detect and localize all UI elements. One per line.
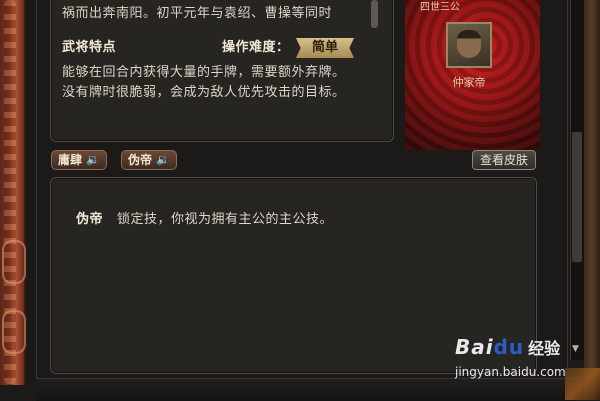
portrait-title: 四世三公 (420, 2, 460, 13)
bio-text: 祸而出奔南阳。初平元年与袁绍、曹操等同时 (62, 6, 333, 21)
corner-ornament (565, 368, 600, 400)
difficulty-label: 操作难度： (222, 40, 290, 55)
general-portrait[interactable] (446, 22, 492, 68)
baidu-watermark: Baidu 经验 jingyan.baidu.com (455, 335, 566, 379)
speaker-icon: 🔉 (156, 153, 170, 166)
general-name: 仲家帝 (452, 76, 486, 89)
skill-label: 庸肆 (58, 153, 83, 167)
speaker-icon: 🔉 (86, 153, 100, 166)
skill-label: 伪帝 (128, 153, 153, 167)
feature-text-line-1: 能够在回合内获得大量的手牌，需要额外弃牌。 (62, 65, 346, 80)
difficulty-badge: 简单 (296, 38, 354, 58)
info-scrollbar-thumb[interactable] (371, 0, 378, 28)
features-heading: 武将特点 (62, 40, 117, 55)
view-skin-button[interactable]: 查看皮肤 (472, 150, 536, 170)
portrait-face-icon (457, 30, 481, 58)
watermark-url: jingyan.baidu.com (455, 365, 566, 379)
bottom-frame-bar (36, 378, 576, 401)
skill-detail-description: 锁定技，你视为拥有主公的主公技。 (117, 212, 334, 227)
skill-button-yongsi[interactable]: 庸肆 🔉 (51, 150, 107, 170)
left-ornament (2, 310, 26, 354)
right-ornament-frame (584, 0, 600, 400)
skill-detail-name: 伪帝 (76, 212, 104, 227)
chevron-down-icon[interactable]: ▼ (572, 344, 579, 354)
watermark-jingyan: 经验 (528, 339, 561, 358)
left-ornament (2, 240, 26, 284)
left-ornament-frame (0, 0, 26, 385)
page-scrollbar-thumb[interactable] (572, 132, 582, 262)
baidu-logo: Baidu (455, 335, 525, 359)
skill-button-weidi[interactable]: 伪帝 🔉 (121, 150, 177, 170)
feature-text-line-2: 没有牌时很脆弱，会成为敌人优先攻击的目标。 (62, 85, 346, 100)
